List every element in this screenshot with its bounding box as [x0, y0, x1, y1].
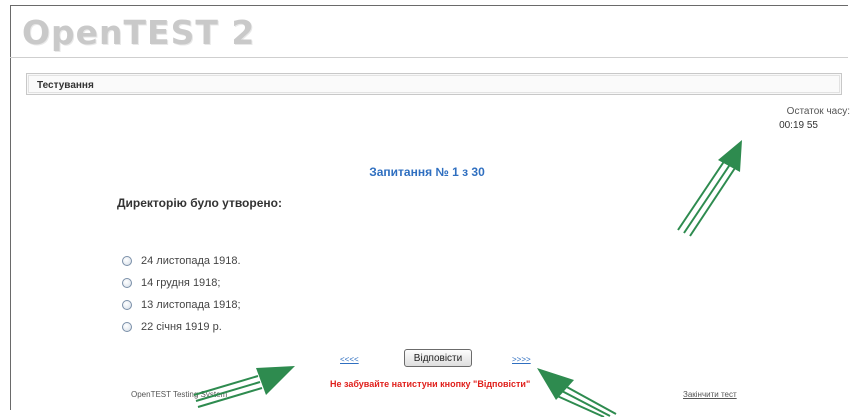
- arrow-icon: [537, 368, 617, 417]
